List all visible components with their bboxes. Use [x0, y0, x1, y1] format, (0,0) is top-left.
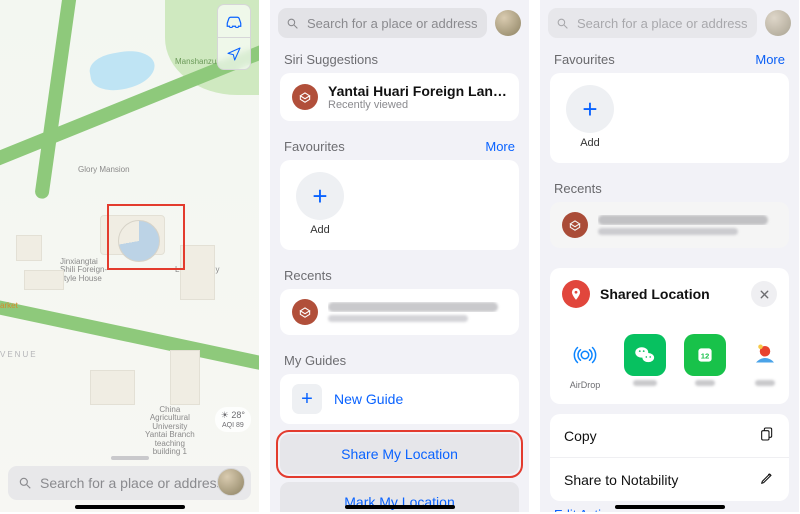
search-field[interactable]: Search for a place or address: [278, 8, 487, 38]
copy-icon: [759, 426, 775, 445]
plus-icon: +: [296, 172, 344, 220]
school-pin-icon: [292, 84, 318, 110]
school-pin-icon: [562, 212, 588, 238]
profile-avatar[interactable]: [495, 10, 521, 36]
search-icon: [556, 17, 569, 30]
recent-row[interactable]: [280, 289, 519, 335]
siri-suggestion-row[interactable]: Yantai Huari Foreign Language School (… …: [280, 73, 519, 121]
favourites-card: + Add: [280, 160, 519, 250]
share-app-3[interactable]: 12: [684, 334, 726, 386]
share-notability-action[interactable]: Share to Notability: [550, 457, 789, 501]
button-label: Share My Location: [341, 446, 458, 462]
profile-avatar[interactable]: [765, 10, 791, 36]
profile-avatar[interactable]: [217, 468, 245, 496]
map-controls: [217, 4, 251, 70]
share-sheet-screen: Search for a place or address Favourites…: [540, 0, 799, 512]
locate-me-button[interactable]: [217, 37, 251, 69]
section-header-favourites: Favourites More: [270, 131, 529, 160]
app-label: [695, 380, 715, 386]
share-my-location-button[interactable]: Share My Location: [280, 434, 519, 474]
top-search-bar: Search for a place or address: [540, 0, 799, 44]
search-icon: [286, 17, 299, 30]
share-sheet: Shared Location AirDrop: [550, 268, 789, 404]
home-indicator[interactable]: [75, 505, 185, 509]
search-placeholder: Search for a place or address: [307, 16, 478, 31]
search-icon: [18, 476, 32, 490]
share-apps-row[interactable]: AirDrop 12: [550, 320, 789, 404]
search-placeholder: Search for a place or address: [577, 16, 748, 31]
section-title: My Guides: [284, 353, 346, 368]
share-sheet-title: Shared Location: [600, 286, 741, 302]
section-header-siri: Siri Suggestions: [270, 44, 529, 73]
add-label: Add: [310, 224, 330, 236]
favourites-card: + Add: [550, 73, 789, 163]
section-header-recents: Recents: [540, 173, 799, 202]
section-header-guides: My Guides: [270, 345, 529, 374]
driving-mode-button[interactable]: [217, 5, 251, 37]
search-sheet[interactable]: Search for a place or address: [0, 446, 259, 512]
recent-row[interactable]: [550, 202, 789, 248]
section-title: Favourites: [284, 139, 345, 154]
location-pin-icon: [562, 280, 590, 308]
app-icon: [744, 334, 786, 376]
search-field[interactable]: Search for a place or address: [548, 8, 757, 38]
section-title: Favourites: [554, 52, 615, 67]
sheet-grabber[interactable]: [111, 456, 149, 460]
home-indicator[interactable]: [615, 505, 725, 509]
section-header-favourites: Favourites More: [540, 44, 799, 73]
more-link[interactable]: More: [755, 52, 785, 67]
more-link[interactable]: More: [485, 139, 515, 154]
section-header-recents: Recents: [270, 260, 529, 289]
suggestion-subtitle: Recently viewed: [328, 99, 507, 111]
add-label: Add: [580, 137, 600, 149]
suggestion-title: Yantai Huari Foreign Language School (…: [328, 83, 507, 99]
app-label: AirDrop: [570, 380, 601, 390]
plus-icon: +: [566, 85, 614, 133]
new-guide-label: New Guide: [334, 391, 403, 407]
app-label: [633, 380, 657, 386]
airdrop-icon: [570, 340, 600, 370]
section-title: Siri Suggestions: [284, 52, 378, 67]
section-title: Recents: [554, 181, 602, 196]
search-panel-screen: Search for a place or address Siri Sugge…: [270, 0, 529, 512]
add-favourite-button[interactable]: + Add: [292, 172, 348, 236]
share-actions-list: Copy Share to Notability: [550, 414, 789, 501]
pencil-icon: [759, 470, 775, 489]
tutorial-highlight-box: [107, 204, 185, 270]
copy-action[interactable]: Copy: [550, 414, 789, 457]
map-canvas[interactable]: Manshanzui Glory Mansion Jinxiangtai Shi…: [0, 0, 259, 512]
weather-temp: 28°: [231, 410, 245, 420]
share-app-airdrop[interactable]: AirDrop: [564, 334, 606, 390]
share-app-4[interactable]: [744, 334, 786, 386]
add-favourite-button[interactable]: + Add: [562, 85, 618, 149]
svg-text:12: 12: [701, 351, 710, 360]
plus-icon: +: [292, 384, 322, 414]
close-icon: [759, 289, 770, 300]
home-indicator[interactable]: [345, 505, 455, 509]
close-button[interactable]: [751, 281, 777, 307]
app-icon: 12: [684, 334, 726, 376]
wechat-icon: [624, 334, 666, 376]
action-label: Copy: [564, 428, 597, 444]
action-label: Share to Notability: [564, 472, 678, 488]
app-label: [755, 380, 775, 386]
map-screen: Manshanzui Glory Mansion Jinxiangtai Shi…: [0, 0, 259, 512]
map-buildings: [10, 140, 249, 452]
new-guide-button[interactable]: + New Guide: [280, 374, 519, 424]
weather-aqi: AQI 89: [222, 422, 244, 429]
share-app-wechat[interactable]: [624, 334, 666, 386]
section-title: Recents: [284, 268, 332, 283]
weather-chip[interactable]: ☀︎ 28° AQI 89: [215, 407, 251, 432]
search-field[interactable]: Search for a place or address: [8, 466, 251, 500]
map-label: Manshanzui: [175, 58, 218, 66]
school-pin-icon: [292, 299, 318, 325]
top-search-bar: Search for a place or address: [270, 0, 529, 44]
search-placeholder: Search for a place or address: [40, 475, 224, 491]
map-water: [87, 47, 157, 95]
